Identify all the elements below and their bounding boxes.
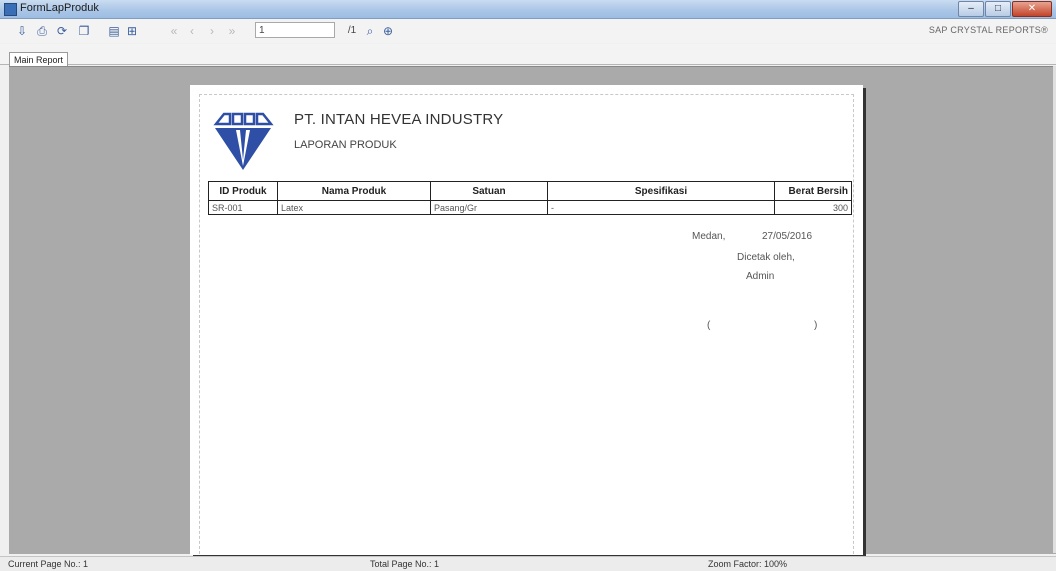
- page-margin: [199, 94, 854, 559]
- first-page-icon[interactable]: «: [166, 23, 182, 39]
- find-icon[interactable]: ⌕: [362, 23, 378, 39]
- column-header: ID Produk: [208, 181, 278, 201]
- print-icon[interactable]: ⎙: [34, 23, 50, 39]
- company-logo: [213, 112, 274, 170]
- minimize-button[interactable]: –: [958, 1, 984, 17]
- table-cell: -: [547, 200, 775, 215]
- tab-main-report[interactable]: Main Report: [9, 52, 69, 67]
- signature-close-paren: ): [814, 320, 818, 331]
- maximize-button[interactable]: □: [985, 1, 1011, 17]
- previous-page-icon[interactable]: ‹: [184, 23, 200, 39]
- window-controls: – □ ✕: [958, 1, 1052, 17]
- signature-date: 27/05/2016: [762, 231, 813, 242]
- export-icon[interactable]: ⇩: [14, 23, 30, 39]
- column-header: Nama Produk: [277, 181, 431, 201]
- printed-by-label: Dicetak oleh,: [737, 252, 795, 263]
- zoom-factor-status: Zoom Factor: 100%: [708, 559, 788, 569]
- table-cell: SR-001: [208, 200, 278, 215]
- app-icon: [4, 3, 17, 16]
- title-bar: FormLapProduk – □ ✕: [0, 0, 1056, 19]
- group-tree-icon[interactable]: ⊞: [124, 23, 140, 39]
- zoom-icon[interactable]: ⊕: [380, 23, 396, 39]
- copy-icon[interactable]: ❐: [76, 23, 92, 39]
- page-number-input[interactable]: 1: [255, 22, 335, 38]
- current-page-status: Current Page No.: 1: [8, 559, 89, 569]
- report-page: [190, 85, 863, 559]
- table-header-row: ID Produk Nama Produk Satuan Spesifikasi…: [208, 181, 852, 201]
- signature-open-paren: (: [707, 320, 711, 331]
- last-page-icon[interactable]: »: [224, 23, 240, 39]
- report-toolbar: ⇩ ⎙ ⟳ ❐ ▤ ⊞ « ‹ › » /1 ⌕ ⊕: [0, 19, 1056, 43]
- printer-name: Admin: [746, 271, 775, 282]
- column-header: Spesifikasi: [547, 181, 775, 201]
- report-title: LAPORAN PRODUK: [294, 139, 397, 151]
- refresh-icon[interactable]: ⟳: [54, 23, 70, 39]
- next-page-icon[interactable]: ›: [204, 23, 220, 39]
- signature-city: Medan,: [692, 231, 726, 242]
- window-title: FormLapProduk: [20, 2, 99, 14]
- toggle-tree-icon[interactable]: ▤: [106, 23, 122, 39]
- table-cell: Latex: [277, 200, 431, 215]
- table-cell: Pasang/Gr: [430, 200, 548, 215]
- column-header: Berat Bersih: [774, 181, 852, 201]
- tab-strip: [0, 44, 1056, 65]
- table-cell: 300: [774, 200, 852, 215]
- product-table: ID Produk Nama Produk Satuan Spesifikasi…: [208, 181, 852, 215]
- status-bar: Current Page No.: 1 Total Page No.: 1 Zo…: [0, 556, 1056, 571]
- total-page-status: Total Page No.: 1: [370, 559, 440, 569]
- close-button[interactable]: ✕: [1012, 1, 1052, 17]
- page-of-label: /1: [347, 25, 357, 36]
- column-header: Satuan: [430, 181, 548, 201]
- sap-crystal-logo: SAP CRYSTAL REPORTS®: [928, 25, 1048, 35]
- table-row: SR-001 Latex Pasang/Gr - 300: [208, 200, 852, 215]
- company-name: PT. INTAN HEVEA INDUSTRY: [294, 111, 504, 128]
